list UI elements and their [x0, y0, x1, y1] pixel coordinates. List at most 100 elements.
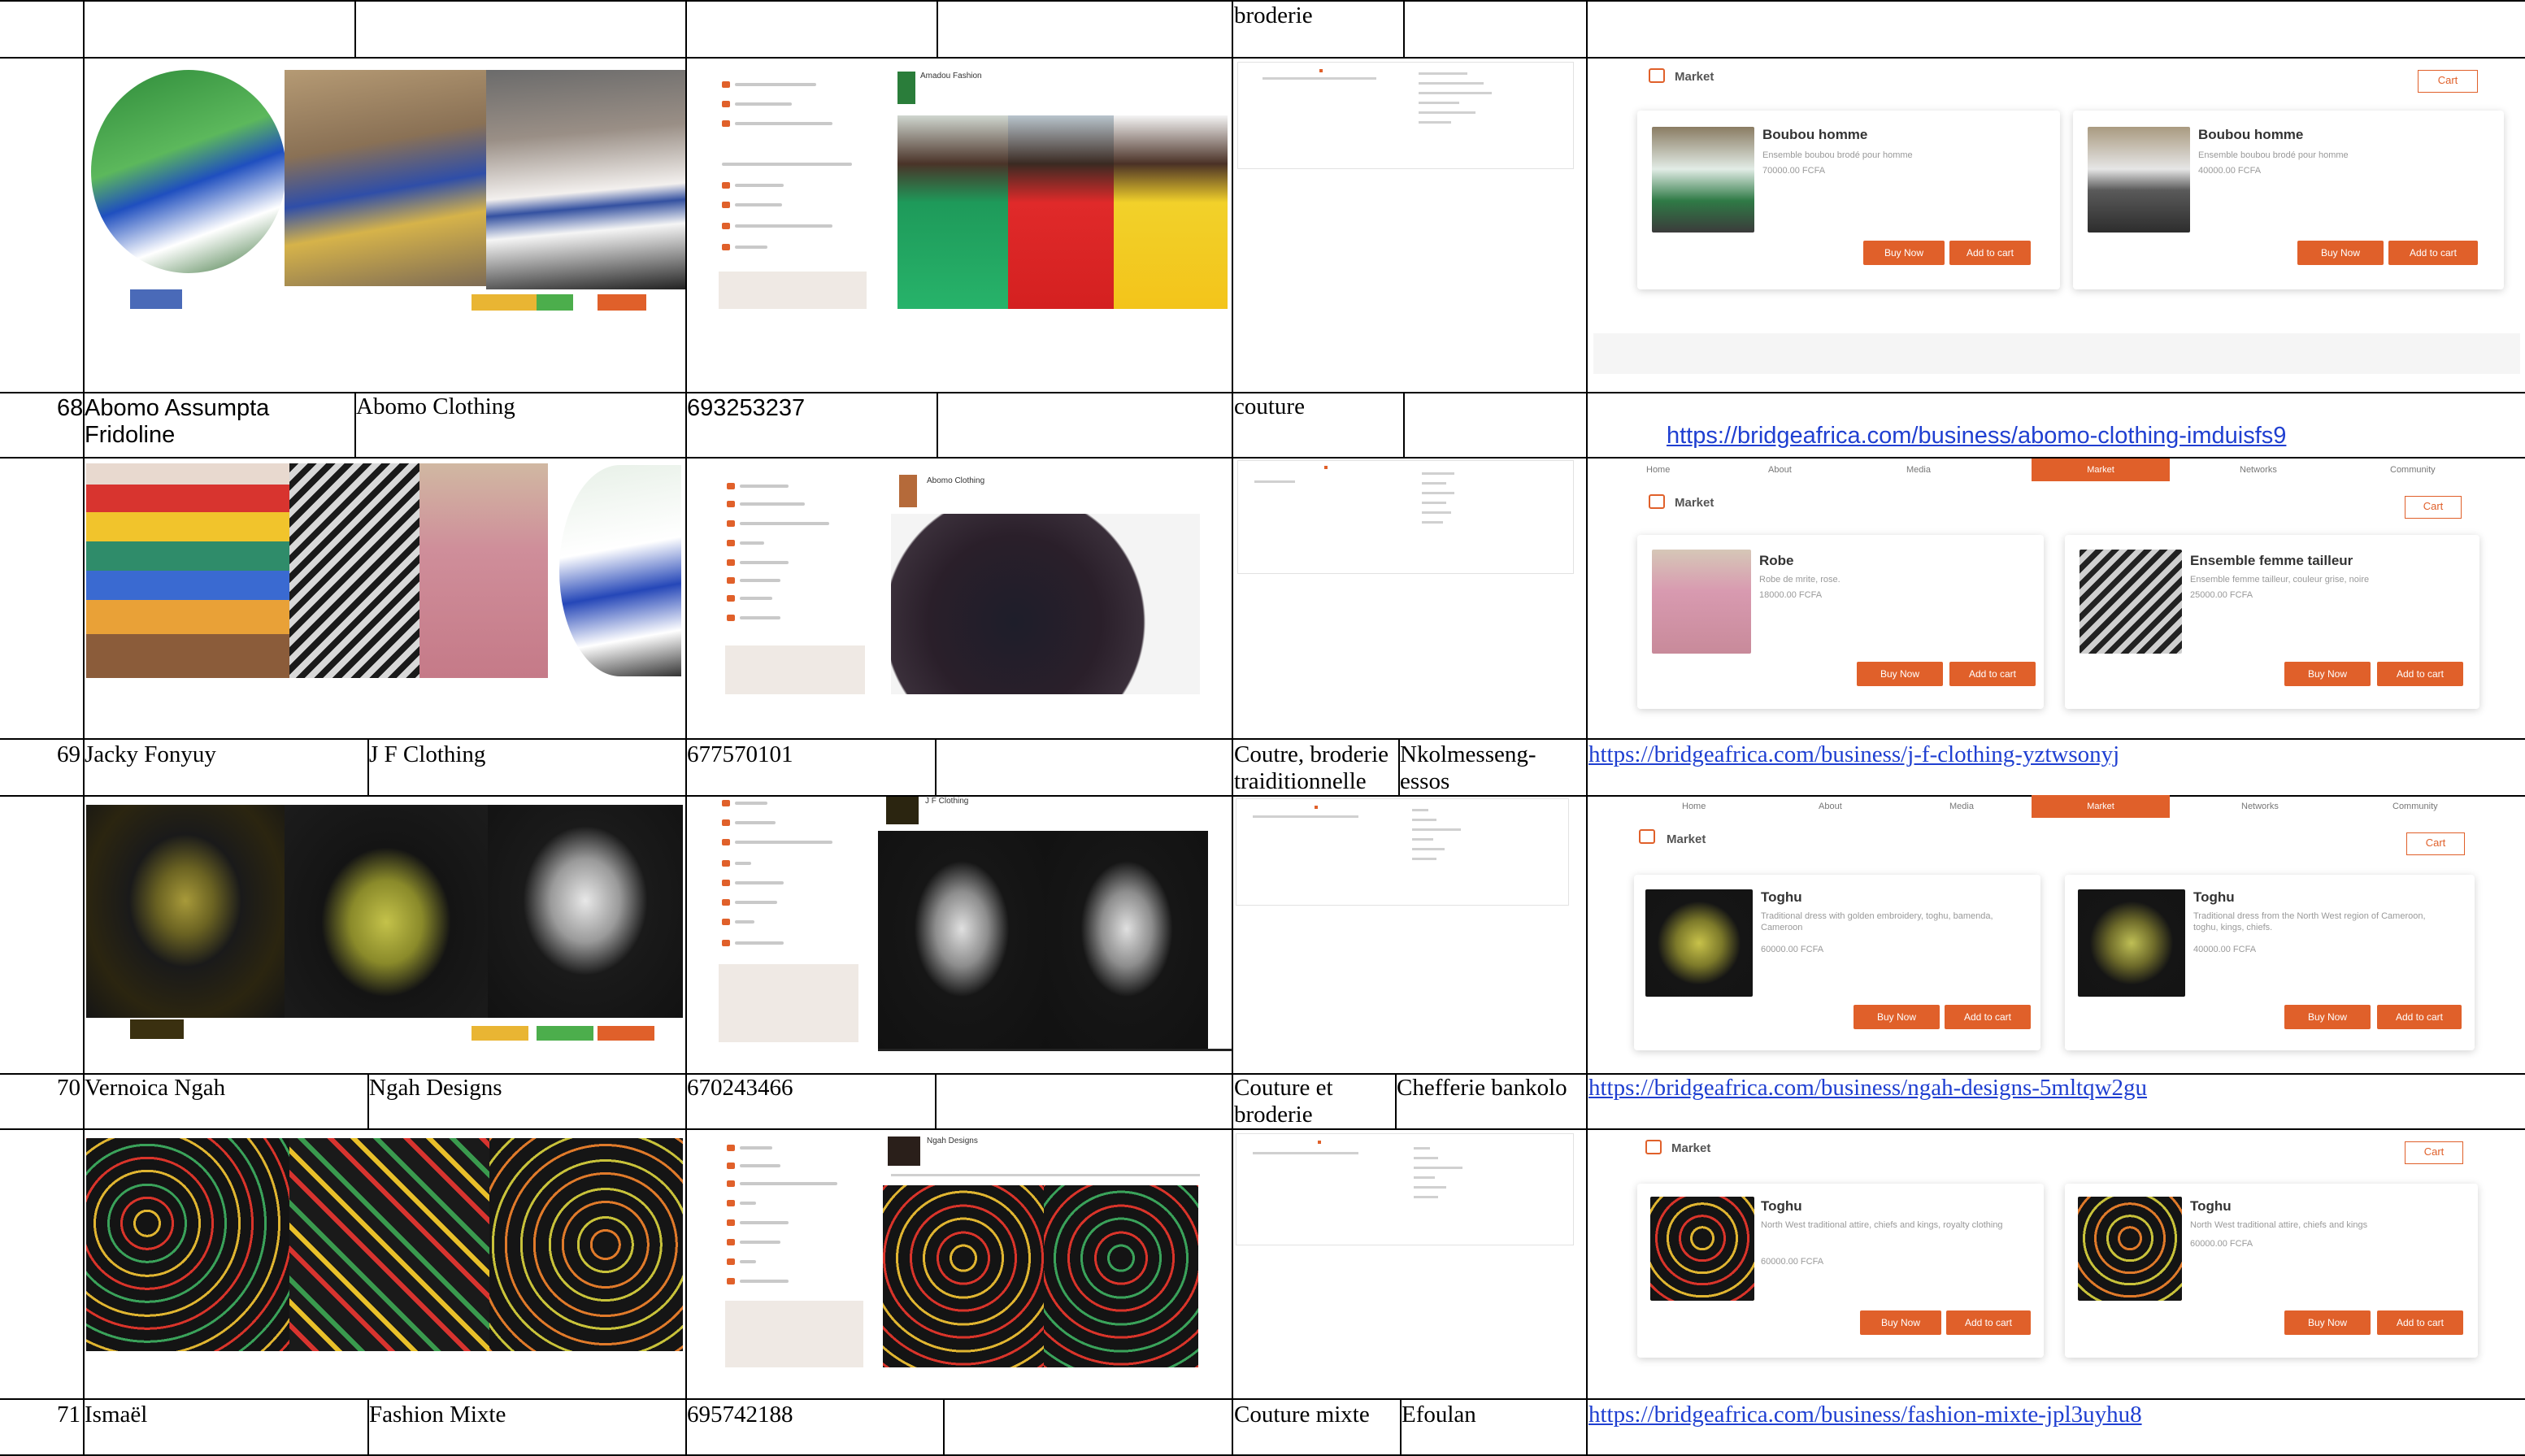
activity: Coutre, broderie traiditionnelle	[1234, 741, 1389, 794]
product-price: 25000.00 FCFA	[2190, 590, 2253, 600]
product-card: Toghu North West traditional attire, chi…	[1637, 1184, 2044, 1358]
nav-market[interactable]: Market	[2032, 459, 2170, 481]
site-thumbnail	[1237, 460, 1574, 574]
activity: couture	[1234, 393, 1305, 419]
store-icon	[1639, 829, 1655, 844]
row-number: 70	[57, 1075, 80, 1101]
product-card: Toghu Traditional dress with golden embr…	[1634, 875, 2040, 1050]
cart-button[interactable]: Cart	[2406, 832, 2465, 855]
business-name: Ngah Designs	[369, 1075, 502, 1101]
add-to-cart-button[interactable]: Add to cart	[1946, 1310, 2031, 1335]
product-card: Boubou homme Ensemble boubou brodé pour …	[1637, 111, 2060, 289]
row-number: 71	[57, 1402, 80, 1428]
business-link[interactable]: https://bridgeafrica.com/business/fashio…	[1588, 1402, 2142, 1428]
buy-now-button[interactable]: Buy Now	[1854, 1005, 1940, 1029]
business-link[interactable]: https://bridgeafrica.com/business/j-f-cl…	[1588, 741, 2119, 768]
person-name: Abomo Assumpta Fridoline	[85, 395, 270, 448]
product-name: Toghu	[1761, 1198, 1802, 1214]
nav-community[interactable]: Community	[2390, 459, 2436, 481]
product-card: Ensemble femme tailleur Ensemble femme t…	[2065, 535, 2479, 709]
row-number: 68	[57, 395, 84, 421]
row-number: 69	[57, 741, 80, 767]
product-name: Toghu	[1761, 889, 1802, 905]
nav-networks[interactable]: Networks	[2240, 459, 2277, 481]
product-name: Toghu	[2193, 889, 2235, 905]
product-desc: Ensemble boubou brodé pour homme	[1762, 150, 1913, 160]
profile-business-name: Amadou Fashion	[920, 72, 982, 80]
product-card: Robe Robe de mrite, rose. 18000.00 FCFA …	[1637, 535, 2044, 709]
profile-business-name: Abomo Clothing	[927, 476, 985, 485]
product-desc: Ensemble femme tailleur, couleur grise, …	[2190, 575, 2370, 585]
buy-now-button[interactable]: Buy Now	[1857, 662, 1943, 686]
add-to-cart-button[interactable]: Add to cart	[2377, 1005, 2462, 1029]
cart-button[interactable]: Cart	[2418, 70, 2478, 93]
store-icon	[1645, 1140, 1662, 1154]
nav-community[interactable]: Community	[2392, 795, 2438, 818]
nav-market[interactable]: Market	[2032, 795, 2170, 818]
product-price: 40000.00 FCFA	[2193, 945, 2257, 954]
nav-about[interactable]: About	[1768, 459, 1792, 481]
add-to-cart-button[interactable]: Add to cart	[1949, 662, 2036, 686]
product-desc: Ensemble boubou brodé pour homme	[2198, 150, 2349, 160]
market-title: Market	[1671, 1141, 1711, 1155]
person-name: Jacky Fonyuy	[85, 741, 216, 767]
product-card: Boubou homme Ensemble boubou brodé pour …	[2073, 111, 2504, 289]
product-price: 70000.00 FCFA	[1762, 166, 1826, 176]
product-card: Toghu Traditional dress from the North W…	[2065, 875, 2475, 1050]
buy-now-button[interactable]: Buy Now	[1863, 241, 1945, 265]
activity: Couture mixte	[1234, 1402, 1370, 1428]
product-price: 60000.00 FCFA	[2190, 1239, 2253, 1249]
site-thumbnail	[1236, 798, 1569, 906]
store-icon	[1649, 68, 1665, 83]
add-to-cart-button[interactable]: Add to cart	[2377, 1310, 2463, 1335]
store-icon	[1649, 494, 1665, 509]
market-title: Market	[1675, 496, 1714, 510]
cart-button[interactable]: Cart	[2405, 496, 2462, 519]
buy-now-button[interactable]: Buy Now	[2284, 1005, 2371, 1029]
buy-now-button[interactable]: Buy Now	[1860, 1310, 1941, 1335]
product-price: 18000.00 FCFA	[1759, 590, 1823, 600]
product-name: Boubou homme	[1762, 127, 1868, 142]
buy-now-button[interactable]: Buy Now	[2297, 241, 2384, 265]
add-to-cart-button[interactable]: Add to cart	[2377, 662, 2463, 686]
business-link[interactable]: https://bridgeafrica.com/business/ngah-d…	[1588, 1075, 2147, 1102]
market-title: Market	[1667, 832, 1706, 846]
site-navbar: Home About Media Market Networks Communi…	[1597, 459, 2520, 481]
phone-number: 670243466	[687, 1075, 793, 1101]
product-price: 60000.00 FCFA	[1761, 945, 1824, 954]
cart-button[interactable]: Cart	[2405, 1141, 2463, 1164]
phone-number: 693253237	[687, 395, 806, 421]
location: Chefferie bankolo	[1397, 1075, 1567, 1101]
nav-media[interactable]: Media	[1949, 795, 1974, 818]
buy-now-button[interactable]: Buy Now	[2284, 1310, 2371, 1335]
nav-networks[interactable]: Networks	[2241, 795, 2279, 818]
business-name: Fashion Mixte	[369, 1402, 506, 1428]
product-name: Boubou homme	[2198, 127, 2304, 142]
product-desc: Robe de mrite, rose.	[1759, 575, 1841, 585]
nav-about[interactable]: About	[1819, 795, 1842, 818]
location: Nkolmesseng-essos	[1400, 741, 1536, 794]
business-name: Abomo Clothing	[356, 393, 515, 419]
add-to-cart-button[interactable]: Add to cart	[2388, 241, 2478, 265]
buy-now-button[interactable]: Buy Now	[2284, 662, 2371, 686]
market-title: Market	[1675, 70, 1714, 84]
nav-media[interactable]: Media	[1906, 459, 1931, 481]
product-name: Robe	[1759, 553, 1794, 568]
product-price: 60000.00 FCFA	[1761, 1257, 1824, 1267]
product-desc: North West traditional attire, chiefs an…	[2190, 1220, 2368, 1230]
site-thumbnail	[1237, 62, 1574, 169]
person-name: Vernoica Ngah	[85, 1075, 226, 1101]
add-to-cart-button[interactable]: Add to cart	[1949, 241, 2031, 265]
product-name: Toghu	[2190, 1198, 2232, 1214]
business-link[interactable]: https://bridgeafrica.com/business/abomo-…	[1667, 423, 2286, 450]
nav-home[interactable]: Home	[1682, 795, 1706, 818]
profile-business-name: J F Clothing	[925, 797, 969, 806]
phone-number: 677570101	[687, 741, 793, 767]
product-desc: Traditional dress with golden embroidery…	[1761, 911, 1993, 932]
site-thumbnail	[1236, 1133, 1574, 1245]
product-card: Toghu North West traditional attire, chi…	[2065, 1184, 2478, 1358]
product-name: Ensemble femme tailleur	[2190, 553, 2353, 568]
add-to-cart-button[interactable]: Add to cart	[1945, 1005, 2031, 1029]
nav-home[interactable]: Home	[1646, 459, 1670, 481]
location: Efoulan	[1402, 1402, 1476, 1428]
